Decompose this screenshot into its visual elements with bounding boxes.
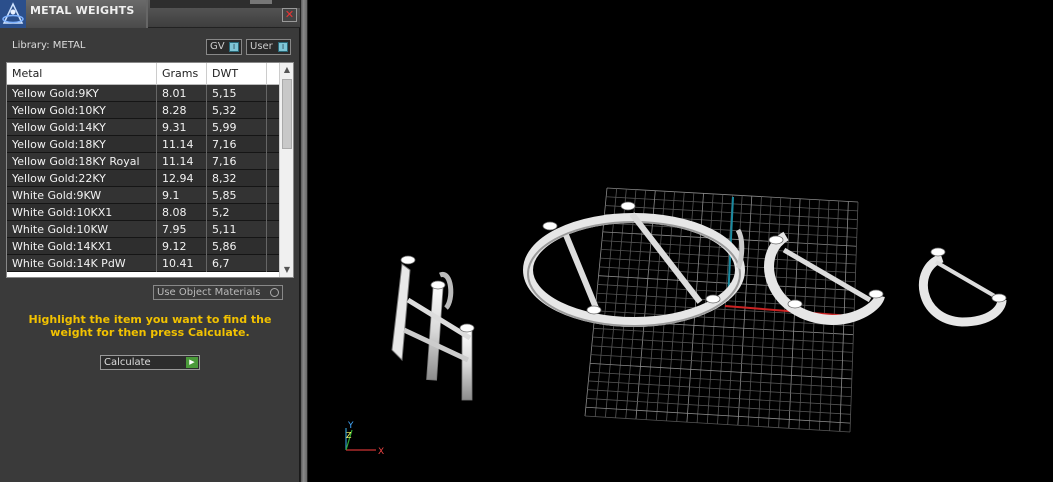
ground-grid — [584, 187, 859, 433]
table-row[interactable]: White Gold:10KX1 8.08 5,2 — [7, 204, 279, 221]
row-spacer-cell — [267, 255, 279, 272]
row-spacer-cell — [267, 187, 279, 204]
grams-cell: 8.28 — [157, 102, 207, 119]
user-toggle-knob: I — [278, 42, 288, 52]
table-row[interactable]: White Gold:14KX1 9.12 5,86 — [7, 238, 279, 255]
metal-cell: Yellow Gold:10KY — [7, 102, 157, 119]
metal-cell: White Gold:14KX1 — [7, 238, 157, 255]
grams-cell: 10.41 — [157, 255, 207, 272]
table-row[interactable]: White Gold:9KW 9.1 5,85 — [7, 187, 279, 204]
dwt-cell: 8,32 — [207, 170, 267, 187]
grams-cell: 7.95 — [157, 221, 207, 238]
table-row[interactable]: White Gold:14K PdW 10.41 6,7 — [7, 255, 279, 272]
metal-cell: Yellow Gold:9KY — [7, 85, 157, 102]
3d-viewport[interactable]: Y Z X — [309, 0, 1053, 482]
jewelry-part-left[interactable] — [391, 255, 475, 401]
user-toggle-label: User — [250, 41, 273, 52]
grams-cell: 11.14 — [157, 136, 207, 153]
table-row[interactable]: Yellow Gold:22KY 12.94 8,32 — [7, 170, 279, 187]
dwt-cell: 5,2 — [207, 204, 267, 221]
axis-triad: Y Z X — [345, 421, 384, 457]
grams-cell: 11.14 — [157, 153, 207, 170]
row-spacer-cell — [267, 85, 279, 102]
metal-cell: Yellow Gold:18KY Royal — [7, 153, 157, 170]
metal-cell: White Gold:10KW — [7, 221, 157, 238]
table-row[interactable]: Yellow Gold:18KY 11.14 7,16 — [7, 136, 279, 153]
scrollbar-thumb[interactable] — [282, 79, 292, 149]
calculate-go-icon[interactable]: ▶ — [186, 357, 198, 368]
metal-cell: White Gold:9KW — [7, 187, 157, 204]
metal-cell: Yellow Gold:14KY — [7, 119, 157, 136]
viewport-canvas[interactable]: Y Z X — [309, 0, 1053, 482]
row-spacer-cell — [267, 119, 279, 136]
grams-cell: 9.1 — [157, 187, 207, 204]
metal-cell: White Gold:14K PdW — [7, 255, 157, 272]
panel-title: METAL WEIGHTS — [30, 4, 135, 17]
calculate-label: Calculate — [104, 357, 151, 368]
table-scrollbar[interactable]: ▲ ▼ — [279, 63, 293, 277]
row-spacer-cell — [267, 221, 279, 238]
row-spacer-cell — [267, 102, 279, 119]
table-row[interactable]: White Gold:10KW 7.95 5,11 — [7, 221, 279, 238]
user-toggle[interactable]: User I — [246, 39, 291, 55]
gv-toggle[interactable]: GV I — [206, 39, 242, 55]
close-icon[interactable]: ✕ — [282, 8, 297, 22]
metal-table: Metal Grams DWT Yellow Gold:9KY 8.01 5,15 Y… — [6, 62, 294, 278]
instructions-text: Highlight the item you want to find the … — [28, 313, 272, 339]
table-row[interactable]: Yellow Gold:10KY 8.28 5,32 — [7, 102, 279, 119]
gv-toggle-knob: I — [229, 42, 239, 52]
dwt-cell: 5,85 — [207, 187, 267, 204]
use-object-materials-option[interactable]: Use Object Materials — [153, 285, 283, 300]
metal-cell: White Gold:10KX1 — [7, 204, 157, 221]
dwt-cell: 6,7 — [207, 255, 267, 272]
axis-y-label: Y — [347, 421, 354, 431]
grams-cell: 8.08 — [157, 204, 207, 221]
app-logo-icon — [0, 0, 26, 28]
table-header: Metal Grams DWT — [7, 63, 279, 85]
panel-splitter[interactable] — [300, 0, 308, 482]
grams-cell: 12.94 — [157, 170, 207, 187]
titlebar-handle[interactable] — [250, 0, 272, 4]
gv-toggle-label: GV — [210, 41, 225, 52]
row-spacer-cell — [267, 170, 279, 187]
jewelry-part-arc-small[interactable] — [918, 247, 1007, 327]
axis-z-label: Z — [346, 431, 352, 440]
dwt-cell: 5,15 — [207, 85, 267, 102]
dwt-cell: 7,16 — [207, 153, 267, 170]
metal-cell: Yellow Gold:22KY — [7, 170, 157, 187]
column-header-spacer — [267, 63, 279, 85]
column-header-metal[interactable]: Metal — [7, 63, 157, 85]
dwt-cell: 7,16 — [207, 136, 267, 153]
row-spacer-cell — [267, 204, 279, 221]
column-header-dwt[interactable]: DWT — [207, 63, 267, 85]
calculate-button[interactable]: Calculate ▶ — [100, 355, 200, 370]
grams-cell: 9.12 — [157, 238, 207, 255]
row-spacer-cell — [267, 238, 279, 255]
row-spacer-cell — [267, 136, 279, 153]
table-body: Yellow Gold:9KY 8.01 5,15 Yellow Gold:10KY 8… — [7, 85, 279, 272]
axis-x-label: X — [378, 447, 384, 457]
metal-cell: Yellow Gold:18KY — [7, 136, 157, 153]
radio-icon[interactable] — [270, 288, 279, 297]
scroll-down-icon[interactable]: ▼ — [280, 263, 293, 277]
column-header-grams[interactable]: Grams — [157, 63, 207, 85]
panel-titlebar: METAL WEIGHTS ✕ — [0, 0, 300, 28]
grams-cell: 9.31 — [157, 119, 207, 136]
dwt-cell: 5,86 — [207, 238, 267, 255]
use-object-materials-label: Use Object Materials — [157, 287, 261, 298]
dwt-cell: 5,11 — [207, 221, 267, 238]
dwt-cell: 5,32 — [207, 102, 267, 119]
metal-weights-panel: METAL WEIGHTS ✕ Library: METAL GV I User… — [0, 0, 300, 482]
scroll-up-icon[interactable]: ▲ — [280, 63, 293, 77]
grams-cell: 8.01 — [157, 85, 207, 102]
library-label: Library: METAL — [12, 40, 86, 51]
table-row[interactable]: Yellow Gold:18KY Royal 11.14 7,16 — [7, 153, 279, 170]
table-row[interactable]: Yellow Gold:9KY 8.01 5,15 — [7, 85, 279, 102]
dwt-cell: 5,99 — [207, 119, 267, 136]
table-row[interactable]: Yellow Gold:14KY 9.31 5,99 — [7, 119, 279, 136]
titlebar-gap — [150, 0, 300, 8]
row-spacer-cell — [267, 153, 279, 170]
